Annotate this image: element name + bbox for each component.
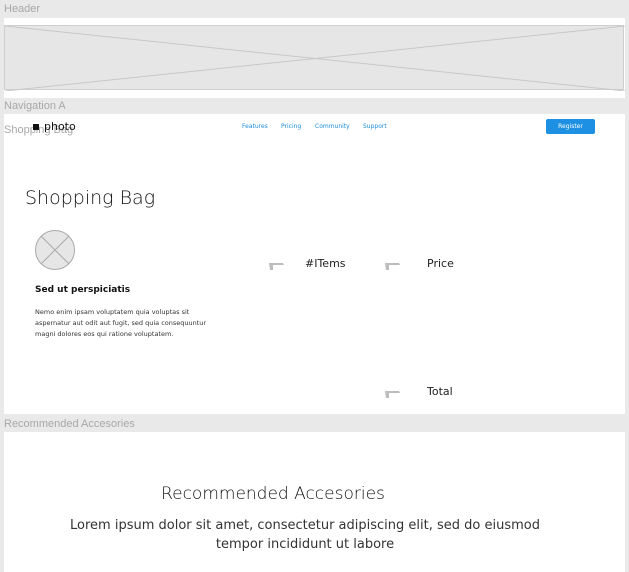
nav-link-support[interactable]: Support: [363, 123, 387, 130]
items-column-header: #ITems: [305, 257, 346, 270]
recommended-frame-label: Recommended Accesories: [4, 418, 135, 430]
header-frame-label: Header: [4, 3, 41, 15]
sort-icon[interactable]: [385, 258, 401, 276]
sort-icon[interactable]: [269, 258, 285, 276]
page-title: Shopping Bag: [25, 187, 156, 209]
nav-link-features[interactable]: Features: [242, 123, 268, 130]
register-button[interactable]: Register: [546, 119, 595, 134]
hero-image-placeholder: [4, 25, 625, 91]
logo-icon: [33, 123, 39, 130]
recommended-title: Recommended Accesories: [161, 484, 385, 504]
image-placeholder-icon: [35, 230, 75, 270]
product-title: Sed ut perspiciatis: [35, 285, 131, 295]
total-icon: [385, 386, 401, 404]
logo[interactable]: photo: [33, 120, 76, 133]
product-image-placeholder: [35, 230, 75, 270]
navigation-frame-label: Navigation A: [4, 100, 66, 112]
nav-link-pricing[interactable]: Pricing: [281, 123, 301, 130]
nav-link-community[interactable]: Community: [315, 123, 350, 130]
price-column-header: Price: [427, 257, 454, 270]
image-placeholder-icon: [5, 26, 625, 91]
product-description: Nemo enim ipsam voluptatem quia voluptas…: [35, 308, 207, 338]
recommended-subtitle: Lorem ipsum dolor sit amet, consectetur …: [70, 518, 540, 552]
total-label: Total: [427, 385, 453, 398]
logo-text: photo: [44, 120, 76, 133]
